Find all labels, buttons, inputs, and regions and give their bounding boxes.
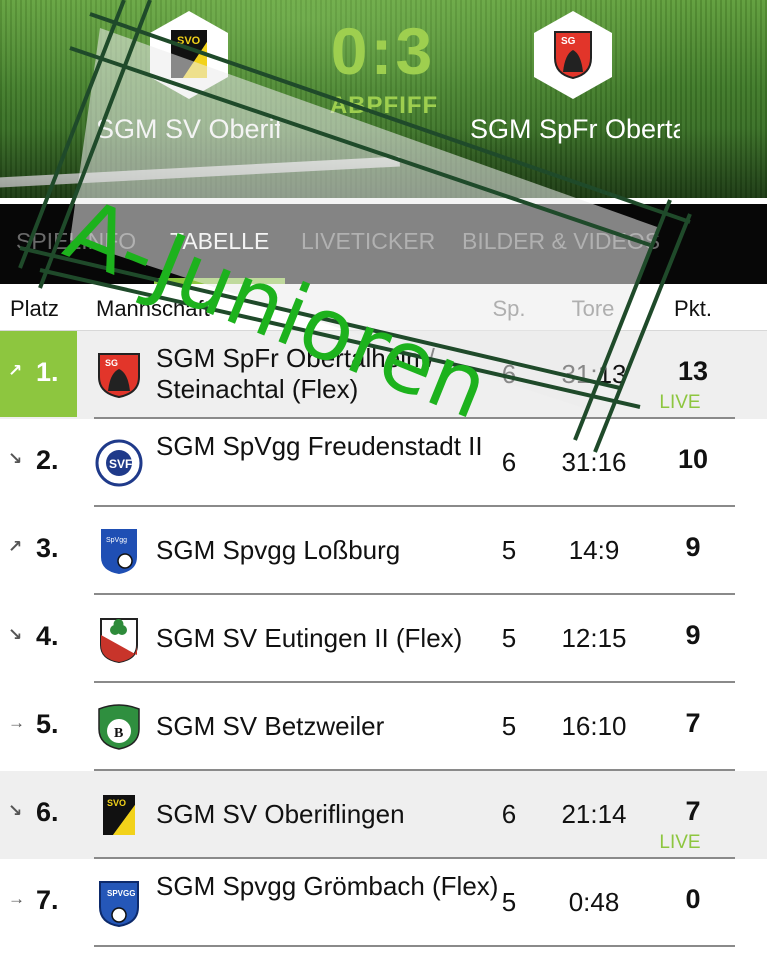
oberiflingen-crest-icon: SVO <box>171 30 207 78</box>
svg-text:SpVgg: SpVgg <box>106 537 127 544</box>
games-played: 6 <box>501 799 517 829</box>
tab-bilder-videos[interactable]: BILDER & VIDEOS <box>462 228 660 268</box>
column-header-tore[interactable]: Tore <box>548 296 638 322</box>
rank-cell: ↘ 2. <box>0 419 77 505</box>
match-score: 0:3 <box>330 14 436 88</box>
lossburg-crest-icon: SpVgg <box>101 529 137 574</box>
games-played: 5 <box>501 623 517 653</box>
rank: 6. <box>36 797 59 827</box>
trend-arrow-icon: ↗ <box>8 537 23 556</box>
live-badge: LIVE <box>659 392 701 413</box>
team-name: SGM SV Oberiflingen <box>156 799 405 829</box>
team-name: SGM SpVgg Freudenstadt II <box>156 431 483 461</box>
tab-liveticker[interactable]: LIVETICKER <box>301 228 435 268</box>
points: 7 <box>685 796 701 826</box>
match-state: ABPFIFF <box>329 92 439 119</box>
table-row[interactable]: ↘ 2. SVF SGM SpVgg Freudenstadt II 6 31:… <box>0 419 767 507</box>
svg-text:SG: SG <box>105 358 118 368</box>
rank-cell: ↗ 1. <box>0 331 77 417</box>
rank: 4. <box>36 621 59 651</box>
match-header: SVO 0:3 ABPFIFF SG SGM SV Oberiflingen S… <box>0 0 767 198</box>
team-name: SGM SV Betzweiler <box>156 711 385 741</box>
trend-arrow-icon: ↗ <box>8 361 23 380</box>
rank-cell: ↘ 4. <box>0 595 77 681</box>
svg-text:B: B <box>114 726 123 741</box>
rank: 1. <box>36 357 59 387</box>
rank-cell: ↗ 3. <box>0 507 77 593</box>
svg-text:SPVGG: SPVGG <box>107 889 135 898</box>
trend-arrow-icon: → <box>8 713 25 732</box>
column-header-sp[interactable]: Sp. <box>488 296 530 322</box>
home-team-name[interactable]: SGM SV Oberiflingen <box>96 112 280 146</box>
points: 9 <box>685 620 701 650</box>
svg-text:SVO: SVO <box>177 35 201 47</box>
table-row[interactable]: → 5. B SGM SV Betzweiler 5 16:10 7 <box>0 683 767 771</box>
svg-text:SVO: SVO <box>107 798 126 808</box>
rank: 3. <box>36 533 59 563</box>
svg-text:SVF: SVF <box>109 457 132 471</box>
team-name: SGM Spvgg Grömbach (Flex) <box>156 871 499 901</box>
trend-arrow-icon: ↘ <box>8 625 23 644</box>
home-team-crest[interactable]: SVO <box>150 11 228 99</box>
points: 10 <box>677 444 709 474</box>
trend-arrow-icon: → <box>8 889 25 908</box>
goals: 31:13 <box>561 359 627 389</box>
betzweiler-crest-icon: B <box>98 704 140 750</box>
eutingen-crest-icon <box>100 618 138 663</box>
column-header-pkt[interactable]: Pkt. <box>650 296 736 322</box>
points: 9 <box>685 532 701 562</box>
points: 13 <box>677 356 709 386</box>
goals: 16:10 <box>561 711 627 741</box>
table-row[interactable]: ↘ 4. SGM SV Eutingen II (Flex) 5 12:15 9 <box>0 595 767 683</box>
goals: 14:9 <box>568 535 620 565</box>
team-name: SGM Spvgg Loßburg <box>156 535 401 565</box>
games-played: 6 <box>501 447 517 477</box>
table-row[interactable]: → 7. SPVGG SGM Spvgg Grömbach (Flex) 5 0… <box>0 859 767 947</box>
rank: 2. <box>36 445 59 475</box>
games-played: 5 <box>501 711 517 741</box>
points: 7 <box>685 708 701 738</box>
points: 0 <box>685 884 701 914</box>
games-played: 5 <box>501 535 517 565</box>
rank: 5. <box>36 709 59 739</box>
tailheim-crest-icon: SG <box>554 31 592 80</box>
goals: 31:16 <box>561 447 627 477</box>
goals: 0:48 <box>568 887 620 917</box>
away-team-name[interactable]: SGM SpFr Obertalheim/S... <box>470 112 680 146</box>
table-row[interactable]: ↘ 6. SVO SGM SV Oberiflingen 6 21:14 7 L… <box>0 771 767 859</box>
away-team-crest[interactable]: SG <box>534 11 612 99</box>
tailheim-crest-icon: SG <box>98 353 140 399</box>
games-played: 5 <box>501 887 517 917</box>
goals: 21:14 <box>561 799 627 829</box>
goals: 12:15 <box>561 623 627 653</box>
rank-cell: ↘ 6. <box>0 771 77 857</box>
trend-arrow-icon: ↘ <box>8 801 23 820</box>
svg-text:SG: SG <box>561 36 576 47</box>
rank: 7. <box>36 885 59 915</box>
trend-arrow-icon: ↘ <box>8 449 23 468</box>
live-badge: LIVE <box>659 832 701 853</box>
freudenstadt-crest-icon: SVF <box>95 439 143 487</box>
groembach-crest-icon: SPVGG <box>99 881 139 927</box>
team-name: SGM SV Eutingen II (Flex) <box>156 623 463 653</box>
table-row[interactable]: ↗ 3. SpVgg SGM Spvgg Loßburg 5 14:9 9 <box>0 507 767 595</box>
oberiflingen-crest-icon: SVO <box>103 795 135 835</box>
column-header-platz[interactable]: Platz <box>10 296 59 322</box>
rank-cell: → 5. <box>0 683 77 769</box>
rank-cell: → 7. <box>0 859 77 945</box>
